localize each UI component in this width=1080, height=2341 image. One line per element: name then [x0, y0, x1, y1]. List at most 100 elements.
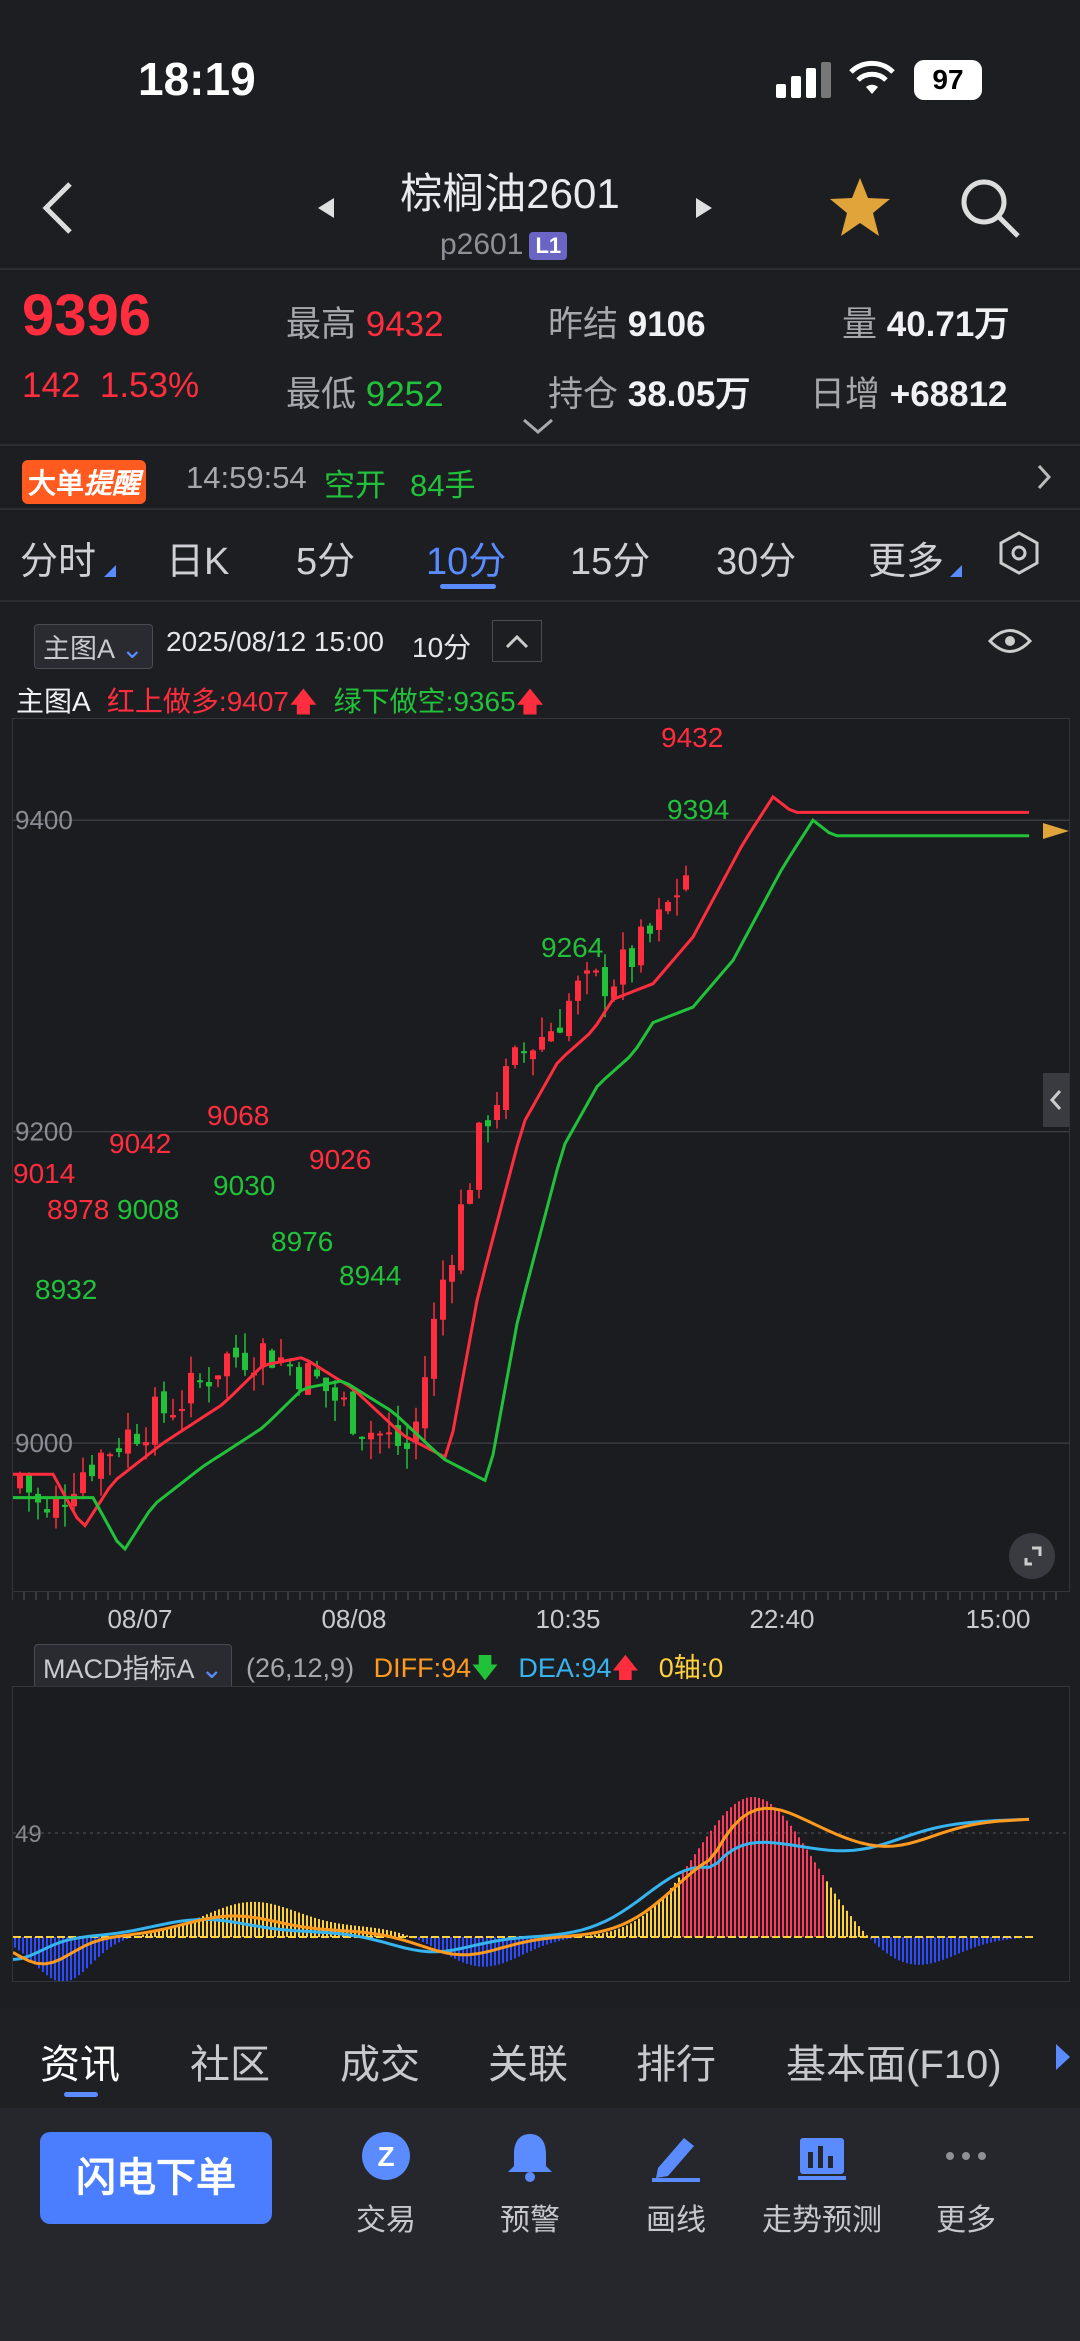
candle-body [134, 1433, 140, 1445]
active-tab-indicator [440, 584, 496, 589]
tab-trades[interactable]: 成交 [340, 2032, 420, 2090]
toolbar-trade-label: 交易 [356, 2204, 416, 2237]
candle-body [503, 1066, 509, 1110]
candle-body [206, 1382, 212, 1387]
chevron-down-icon: ⌄ [200, 1654, 224, 1684]
collapse-chart-button[interactable] [492, 620, 542, 662]
tab-more-corner-icon [950, 564, 962, 582]
alert-qty: 84手 [410, 468, 476, 503]
main-chart-selector[interactable]: 主图A ⌄ [34, 624, 153, 669]
chevron-down-icon: ⌄ [121, 634, 144, 664]
tab-5min[interactable]: 5分 [296, 530, 355, 585]
daily-increase-field: 日增 +68812 [810, 366, 1008, 417]
last-price-marker [1043, 823, 1069, 839]
candle-body [530, 1050, 536, 1060]
candle-body [647, 925, 653, 934]
candle-body [602, 967, 608, 997]
alert-time: 14:59:54 [186, 460, 307, 495]
y-tick-label: 9200 [15, 1117, 73, 1147]
change-pct: 1.53% [99, 366, 200, 405]
tab-10min[interactable]: 10分 [426, 530, 506, 585]
candle-body [458, 1204, 464, 1271]
macd-chart[interactable]: 49 [12, 1686, 1070, 1982]
candle-body [521, 1051, 527, 1054]
candle-body [674, 895, 680, 898]
divider [0, 268, 1080, 270]
alert-badge: 大单提醒 [22, 460, 147, 504]
candle-body [179, 1408, 185, 1411]
tab-daily-k[interactable]: 日K [166, 530, 229, 585]
price-annotation: 9264 [541, 932, 603, 963]
price-change: 142 1.53% [22, 366, 199, 406]
favorite-star-icon[interactable] [828, 176, 892, 243]
tab-fundamentals[interactable]: 基本面(F10) [786, 2032, 1002, 2090]
candle-body [89, 1464, 95, 1477]
candle-body [125, 1429, 131, 1454]
tab-ranking[interactable]: 排行 [636, 2032, 716, 2090]
candle-body [683, 875, 689, 890]
more-dots-icon [946, 2152, 986, 2160]
candle-body [62, 1504, 68, 1507]
toolbar-alert[interactable]: 预警 [460, 2130, 600, 2239]
prev-settle-value: 9106 [627, 305, 706, 344]
y-tick-label: 9400 [15, 805, 73, 835]
big-order-alert[interactable] [0, 448, 1080, 506]
price-annotation: 9042 [109, 1128, 171, 1159]
low-field: 最低 9252 [286, 366, 444, 417]
x-tick-label: 22:40 [749, 1604, 814, 1634]
candle-body [143, 1442, 149, 1446]
candle-body [404, 1442, 410, 1449]
candle-body [233, 1347, 239, 1358]
daily-inc-label: 日增 [810, 375, 881, 414]
tab-30min[interactable]: 30分 [716, 530, 796, 585]
candle-body [170, 1415, 176, 1418]
fullscreen-icon[interactable] [1009, 1533, 1055, 1579]
candle-body [44, 1509, 50, 1513]
chevron-right-icon[interactable] [1036, 464, 1052, 495]
price-annotation: 9068 [207, 1100, 269, 1131]
price-annotation: 8932 [35, 1274, 97, 1305]
tab-related[interactable]: 关联 [488, 2032, 568, 2090]
candle-body [575, 980, 581, 1001]
toolbar-more[interactable]: 更多 [896, 2130, 1036, 2239]
macd-selector[interactable]: MACD指标A ⌄ [34, 1644, 233, 1689]
eye-icon[interactable] [987, 626, 1033, 661]
expand-quote-icon[interactable] [522, 418, 554, 441]
side-panel-toggle[interactable] [1043, 1073, 1069, 1127]
candle-body [116, 1448, 122, 1453]
candle-body [656, 909, 662, 930]
tab-news[interactable]: 资讯 [40, 2032, 120, 2090]
scroll-right-icon[interactable] [1054, 2042, 1072, 2077]
back-icon[interactable] [40, 180, 76, 241]
candle-body [539, 1037, 545, 1050]
signal-icon [776, 62, 836, 103]
candle-body [620, 949, 626, 985]
toolbar-forecast-label: 走势预测 [762, 2204, 882, 2237]
tab-community[interactable]: 社区 [190, 2032, 270, 2090]
tab-more[interactable]: 更多 [868, 530, 944, 585]
candle-body [188, 1372, 194, 1404]
price-annotation: 8976 [271, 1226, 333, 1257]
toolbar-trade[interactable]: Z 交易 [316, 2130, 456, 2239]
macd-dea: DEA:94 [518, 1653, 612, 1683]
candle-body [566, 1000, 572, 1037]
x-tick-label: 08/07 [107, 1604, 172, 1634]
toolbar-draw[interactable]: 画线 [606, 2130, 746, 2239]
price-annotation: 9014 [13, 1158, 75, 1189]
price-annotation: 9008 [117, 1194, 179, 1225]
candle-body [557, 1027, 563, 1033]
tab-15min[interactable]: 15分 [570, 530, 650, 585]
info-tabs: 资讯 社区 成交 关联 排行 基本面(F10) [0, 2008, 1080, 2108]
time-axis: 08/07 08/08 10:35 22:40 15:00 [11, 1592, 1068, 1640]
candle-body [485, 1120, 491, 1127]
tab-intraday[interactable]: 分时 [20, 530, 96, 585]
candle-body [665, 901, 671, 912]
next-contract-icon[interactable] [694, 196, 714, 225]
toolbar-forecast[interactable]: 走势预测 [752, 2130, 892, 2239]
period-tabs: 分时 日K 5分 10分 15分 30分 更多 [0, 530, 1080, 610]
settings-hexagon-icon[interactable] [996, 530, 1042, 581]
candle-body [215, 1375, 221, 1380]
search-icon[interactable] [958, 176, 1022, 245]
flash-order-button[interactable]: 闪电下单 [40, 2132, 272, 2224]
candlestick-chart[interactable]: 9400 9200 9000 9432 9394 9264 9068 9042 9014 902… [12, 718, 1070, 1592]
